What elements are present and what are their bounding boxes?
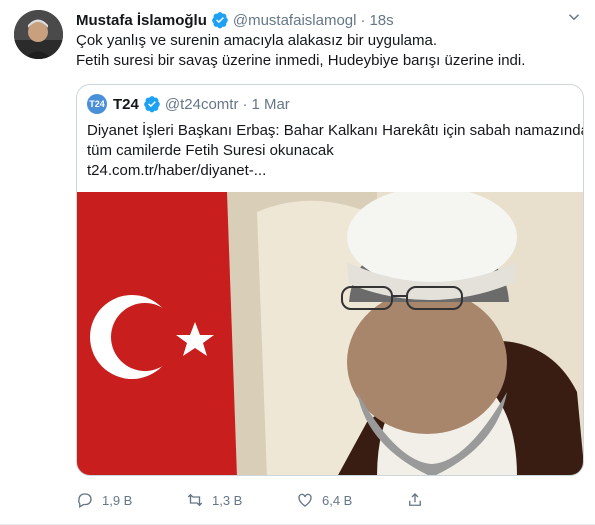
chevron-down-icon[interactable] <box>565 8 583 26</box>
timestamp[interactable]: 18s <box>369 12 393 29</box>
quoted-link[interactable]: t24.com.tr/haber/diyanet-... <box>87 161 577 181</box>
like-count: 6,4 B <box>322 492 353 508</box>
share-button[interactable] <box>406 491 516 509</box>
verified-icon <box>211 11 229 29</box>
verified-icon <box>143 95 161 113</box>
quoted-author-handle[interactable]: @t24comtr <box>165 96 239 113</box>
separator: · <box>242 95 248 113</box>
tweet-text-line: Çok yanlış ve surenin amacıyla alakasız … <box>76 32 437 49</box>
tweet-actions: 1,9 B 1,3 B 6,4 B <box>76 490 516 510</box>
quoted-text-line: tüm camilerde Fetih Suresi okunacak <box>87 142 334 159</box>
author-name[interactable]: Mustafa İslamoğlu <box>76 12 207 29</box>
heart-icon <box>298 493 312 507</box>
quoted-text-line: Diyanet İşleri Başkanı Erbaş: Bahar Kalk… <box>87 122 584 139</box>
reply-button[interactable]: 1,9 B <box>76 491 186 509</box>
reply-count: 1,9 B <box>102 492 133 508</box>
quoted-tweet-image[interactable] <box>77 187 583 475</box>
share-icon <box>409 493 421 506</box>
like-button[interactable]: 6,4 B <box>296 491 406 509</box>
quoted-timestamp[interactable]: 1 Mar <box>251 96 289 113</box>
retweet-icon <box>187 493 203 507</box>
tweet-text: Çok yanlış ve surenin amacıyla alakasız … <box>76 31 576 71</box>
author-handle[interactable]: @mustafaislamogl <box>233 12 357 29</box>
tweet: Mustafa İslamoğlu @mustafaislamogl · 18s… <box>0 0 595 525</box>
quoted-avatar[interactable]: T24 <box>87 94 107 114</box>
separator: · <box>360 11 366 29</box>
tweet-text-line: Fetih suresi bir savaş üzerine inmedi, H… <box>76 52 526 69</box>
quoted-tweet-text: Diyanet İşleri Başkanı Erbaş: Bahar Kalk… <box>87 121 584 181</box>
quoted-author-name[interactable]: T24 <box>113 96 139 113</box>
tweet-header: Mustafa İslamoğlu @mustafaislamogl · 18s <box>76 10 394 30</box>
avatar[interactable] <box>14 10 63 59</box>
reply-icon <box>78 493 92 508</box>
quoted-tweet-header: T24 T24 @t24comtr · 1 Mar <box>87 93 290 115</box>
retweet-count: 1,3 B <box>212 492 243 508</box>
retweet-button[interactable]: 1,3 B <box>186 491 296 509</box>
quoted-tweet[interactable]: T24 T24 @t24comtr · 1 Mar Diyanet İşleri… <box>76 84 584 476</box>
